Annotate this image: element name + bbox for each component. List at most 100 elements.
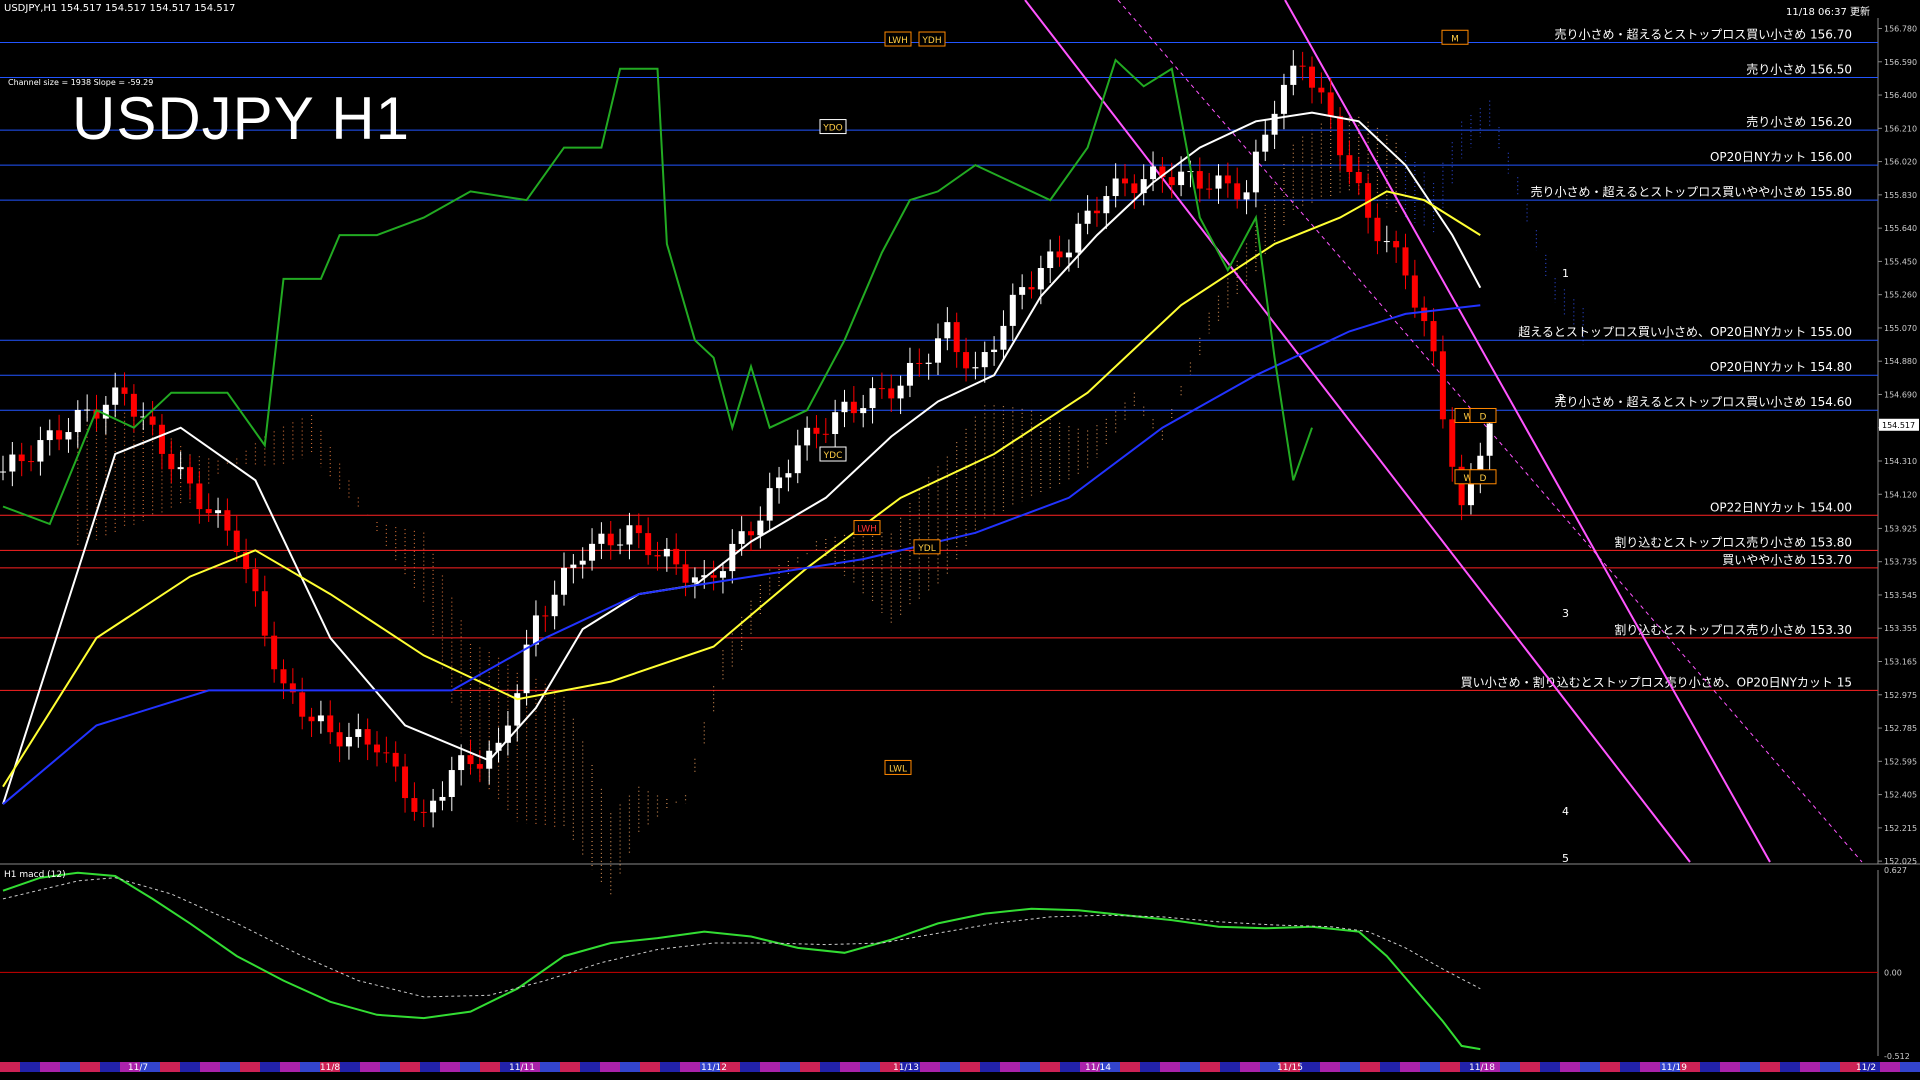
time-axis[interactable]: 11/7 11/8 11/11 11/12 11/13 11/14 11/15 11/18 11… bbox=[0, 1062, 1920, 1073]
candle-body bbox=[906, 362, 913, 386]
candle-body bbox=[271, 635, 278, 670]
time-strip-cell bbox=[1420, 1062, 1440, 1072]
macd-label: H1 macd (12) bbox=[4, 870, 66, 880]
y-tick-label: 154.690 bbox=[1884, 390, 1917, 399]
candle-body bbox=[65, 432, 72, 440]
candle-body bbox=[1150, 166, 1157, 180]
candle-body bbox=[299, 692, 306, 717]
time-strip-cell bbox=[1580, 1062, 1600, 1072]
candle-body bbox=[1028, 287, 1035, 290]
time-strip-cell bbox=[1520, 1062, 1540, 1072]
y-tick-label: 155.640 bbox=[1884, 224, 1917, 233]
time-strip-cell bbox=[740, 1062, 760, 1072]
x-tick-label: 11/15 bbox=[1277, 1063, 1303, 1073]
projection-label: 5 bbox=[1562, 852, 1569, 865]
y-tick-label: 152.215 bbox=[1884, 824, 1917, 833]
x-tick-label: 11/12 bbox=[701, 1063, 727, 1073]
candle-body bbox=[1178, 171, 1185, 186]
candle-body bbox=[1075, 223, 1082, 253]
time-strip-cell bbox=[1060, 1062, 1080, 1072]
candle-body bbox=[523, 644, 530, 694]
candle-body bbox=[1411, 275, 1418, 308]
x-tick-label: 11/13 bbox=[893, 1063, 919, 1073]
candle-body bbox=[738, 531, 745, 544]
time-strip-cell bbox=[1540, 1062, 1560, 1072]
candle-body bbox=[1430, 321, 1437, 352]
y-tick-label: 153.545 bbox=[1884, 591, 1917, 600]
candle-body bbox=[168, 453, 175, 470]
candle-body bbox=[579, 560, 586, 565]
time-strip-cell bbox=[1220, 1062, 1240, 1072]
candle-body bbox=[691, 577, 698, 583]
candle-body bbox=[374, 744, 380, 753]
candle-body bbox=[364, 729, 371, 745]
candle-body bbox=[766, 488, 773, 521]
y-tick-label: 155.450 bbox=[1884, 257, 1917, 266]
y-tick-label: 152.025 bbox=[1884, 857, 1917, 866]
y-tick-label: 156.020 bbox=[1884, 158, 1917, 167]
y-tick-label: 155.830 bbox=[1884, 191, 1917, 200]
candle-body bbox=[392, 752, 399, 767]
y-tick-label: 152.975 bbox=[1884, 691, 1917, 700]
candle-body bbox=[719, 571, 726, 578]
candle-body bbox=[476, 764, 483, 769]
candle-body bbox=[878, 388, 885, 390]
candle-body bbox=[1000, 325, 1007, 350]
time-strip-cell bbox=[1160, 1062, 1180, 1072]
time-strip-cell bbox=[1560, 1062, 1580, 1072]
time-strip-cell bbox=[840, 1062, 860, 1072]
candle-body bbox=[37, 440, 44, 462]
candle-body bbox=[860, 408, 867, 414]
projection-label: 1 bbox=[1562, 267, 1569, 280]
time-strip-cell bbox=[1340, 1062, 1360, 1072]
marker-label: LWH bbox=[857, 525, 877, 535]
candle-body bbox=[224, 510, 231, 531]
time-strip-cell bbox=[1120, 1062, 1140, 1072]
y-tick-label: 156.400 bbox=[1884, 91, 1917, 100]
candle-body bbox=[0, 471, 6, 473]
candle-body bbox=[841, 401, 848, 413]
time-strip-cell bbox=[1640, 1062, 1660, 1072]
level-label: 買い小さめ・割り込むとストップロス売り小さめ、OP20日NYカット 15 bbox=[1461, 674, 1852, 689]
time-strip-cell bbox=[1780, 1062, 1800, 1072]
candle-body bbox=[673, 548, 680, 565]
candle-body bbox=[1243, 192, 1250, 200]
candle-body bbox=[1009, 294, 1016, 326]
candle-body bbox=[439, 796, 446, 801]
candle-body bbox=[280, 669, 287, 684]
candle-body bbox=[551, 594, 558, 617]
time-strip-cell bbox=[240, 1062, 260, 1072]
candle-body bbox=[205, 509, 212, 514]
level-label: 超えるとストップロス買い小さめ、OP20日NYカット 155.00 bbox=[1518, 324, 1852, 339]
y-tick-label: 154.880 bbox=[1884, 357, 1917, 366]
candle-body bbox=[1374, 217, 1381, 242]
y-tick-label: 153.735 bbox=[1884, 558, 1917, 567]
candle-body bbox=[654, 555, 661, 557]
candle-body bbox=[542, 615, 549, 617]
candle-body bbox=[635, 525, 642, 534]
x-tick-label: 11/8 bbox=[320, 1063, 340, 1073]
macd-tick-label: 0.627 bbox=[1884, 866, 1907, 875]
candle-body bbox=[1196, 171, 1203, 189]
x-tick-label: 11/11 bbox=[509, 1063, 535, 1073]
time-strip-cell bbox=[0, 1062, 20, 1072]
candle-body bbox=[748, 531, 754, 536]
level-label: 売り小さめ・超えるとストップロス買い小さめ 156.70 bbox=[1555, 27, 1852, 42]
level-label: 買いやや小さめ 153.70 bbox=[1722, 553, 1852, 567]
time-strip-cell bbox=[640, 1062, 660, 1072]
candle-body bbox=[112, 387, 119, 405]
candle-body bbox=[850, 401, 857, 414]
candle-body bbox=[411, 798, 418, 812]
time-strip-cell bbox=[420, 1062, 440, 1072]
candle-body bbox=[888, 388, 895, 399]
time-strip-cell bbox=[400, 1062, 420, 1072]
macd-tick-label: -0.512 bbox=[1884, 1052, 1910, 1061]
candle-body bbox=[532, 615, 539, 645]
candle-body bbox=[1262, 134, 1269, 152]
candle-body bbox=[233, 530, 240, 553]
time-strip-cell bbox=[1040, 1062, 1060, 1072]
candle-body bbox=[402, 766, 409, 799]
time-strip-cell bbox=[560, 1062, 580, 1072]
candle-body bbox=[1346, 155, 1353, 173]
x-tick-label: 11/19 bbox=[1661, 1063, 1687, 1073]
